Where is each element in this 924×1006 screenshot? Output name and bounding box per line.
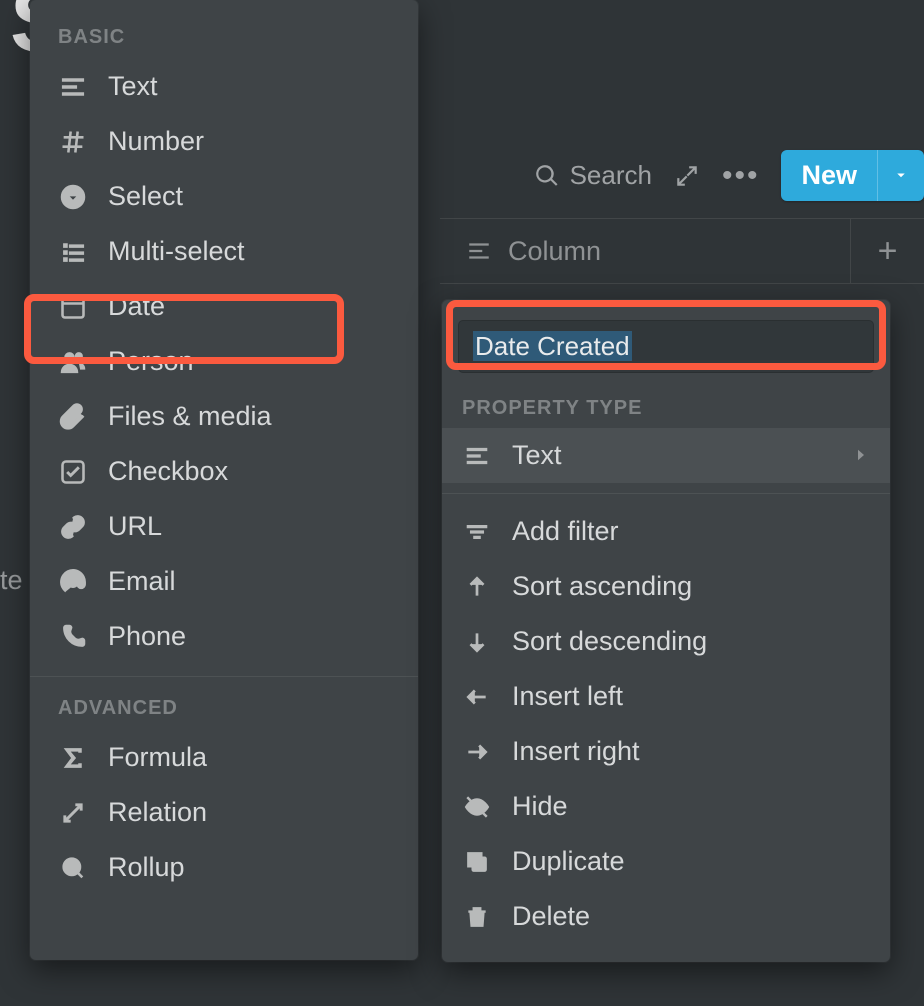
type-number[interactable]: Number (30, 114, 418, 169)
text-icon (462, 441, 492, 471)
type-label: Rollup (108, 852, 185, 883)
action-insert-right[interactable]: Insert right (442, 724, 890, 779)
type-label: Person (108, 346, 194, 377)
type-relation[interactable]: Relation (30, 785, 418, 840)
truncated-text: te (0, 565, 23, 596)
arrow-right-icon (462, 737, 492, 767)
checkbox-icon (58, 457, 88, 487)
hash-icon (58, 127, 88, 157)
column-header-label: Column (508, 236, 601, 267)
property-type-selector[interactable]: Text (442, 428, 890, 483)
type-email[interactable]: Email (30, 554, 418, 609)
arrow-up-icon (462, 572, 492, 602)
rollup-icon (58, 853, 88, 883)
search-button[interactable]: Search (534, 160, 652, 191)
table-column-header-row: Column + (440, 218, 924, 284)
toolbar: Search ••• New (534, 150, 924, 201)
action-insert-left[interactable]: Insert left (442, 669, 890, 724)
search-icon (534, 163, 560, 189)
action-label: Hide (512, 791, 568, 822)
action-label: Delete (512, 901, 590, 932)
chevron-down-icon (892, 166, 910, 184)
action-add-filter[interactable]: Add filter (442, 504, 890, 559)
new-button-dropdown[interactable] (877, 150, 924, 201)
column-menu: Date Created PROPERTY TYPE Text Add filt… (442, 300, 890, 962)
action-label: Sort ascending (512, 571, 692, 602)
add-column-button[interactable]: + (850, 219, 924, 283)
type-phone[interactable]: Phone (30, 609, 418, 664)
paperclip-icon (58, 402, 88, 432)
type-label: Text (108, 71, 158, 102)
arrow-left-icon (462, 682, 492, 712)
action-delete[interactable]: Delete (442, 889, 890, 944)
type-url[interactable]: URL (30, 499, 418, 554)
type-label: Date (108, 291, 165, 322)
type-label: URL (108, 511, 162, 542)
filter-icon (462, 517, 492, 547)
action-label: Sort descending (512, 626, 707, 657)
action-label: Add filter (512, 516, 619, 547)
action-sort-ascending[interactable]: Sort ascending (442, 559, 890, 614)
type-label: Relation (108, 797, 207, 828)
divider (30, 676, 418, 677)
duplicate-icon (462, 847, 492, 877)
type-text[interactable]: Text (30, 59, 418, 114)
column-name-value: Date Created (473, 331, 632, 361)
action-label: Insert right (512, 736, 640, 767)
property-type-menu: BASIC Text Number Select Multi-select Da… (30, 0, 418, 960)
type-label: Number (108, 126, 204, 157)
eye-off-icon (462, 792, 492, 822)
basic-section-label: BASIC (30, 18, 418, 59)
type-rollup[interactable]: Rollup (30, 840, 418, 895)
expand-button[interactable] (674, 163, 700, 189)
type-label: Select (108, 181, 183, 212)
action-duplicate[interactable]: Duplicate (442, 834, 890, 889)
new-button[interactable]: New (781, 150, 924, 201)
type-formula[interactable]: Formula (30, 730, 418, 785)
link-icon (58, 512, 88, 542)
arrow-down-icon (462, 627, 492, 657)
text-icon (466, 238, 492, 264)
more-button[interactable]: ••• (722, 159, 760, 193)
type-label: Checkbox (108, 456, 228, 487)
action-sort-descending[interactable]: Sort descending (442, 614, 890, 669)
type-files[interactable]: Files & media (30, 389, 418, 444)
phone-icon (58, 622, 88, 652)
person-icon (58, 347, 88, 377)
property-type-label: PROPERTY TYPE (442, 387, 890, 428)
divider (442, 493, 890, 494)
select-icon (58, 182, 88, 212)
new-button-label: New (781, 150, 877, 201)
multi-select-icon (58, 237, 88, 267)
property-type-current: Text (512, 440, 562, 471)
column-name-input[interactable]: Date Created (458, 320, 874, 373)
type-label: Phone (108, 621, 186, 652)
advanced-section-label: ADVANCED (30, 689, 418, 730)
text-icon (58, 72, 88, 102)
trash-icon (462, 902, 492, 932)
type-date[interactable]: Date (30, 279, 418, 334)
type-checkbox[interactable]: Checkbox (30, 444, 418, 499)
action-label: Insert left (512, 681, 623, 712)
type-person[interactable]: Person (30, 334, 418, 389)
type-label: Files & media (108, 401, 272, 432)
search-label: Search (570, 160, 652, 191)
sigma-icon (58, 743, 88, 773)
calendar-icon (58, 292, 88, 322)
relation-icon (58, 798, 88, 828)
type-select[interactable]: Select (30, 169, 418, 224)
type-multi-select[interactable]: Multi-select (30, 224, 418, 279)
type-label: Email (108, 566, 176, 597)
chevron-right-icon (852, 440, 870, 471)
type-label: Formula (108, 742, 207, 773)
action-label: Duplicate (512, 846, 625, 877)
expand-icon (674, 163, 700, 189)
column-header[interactable]: Column (440, 236, 850, 267)
at-icon (58, 567, 88, 597)
action-hide[interactable]: Hide (442, 779, 890, 834)
type-label: Multi-select (108, 236, 245, 267)
